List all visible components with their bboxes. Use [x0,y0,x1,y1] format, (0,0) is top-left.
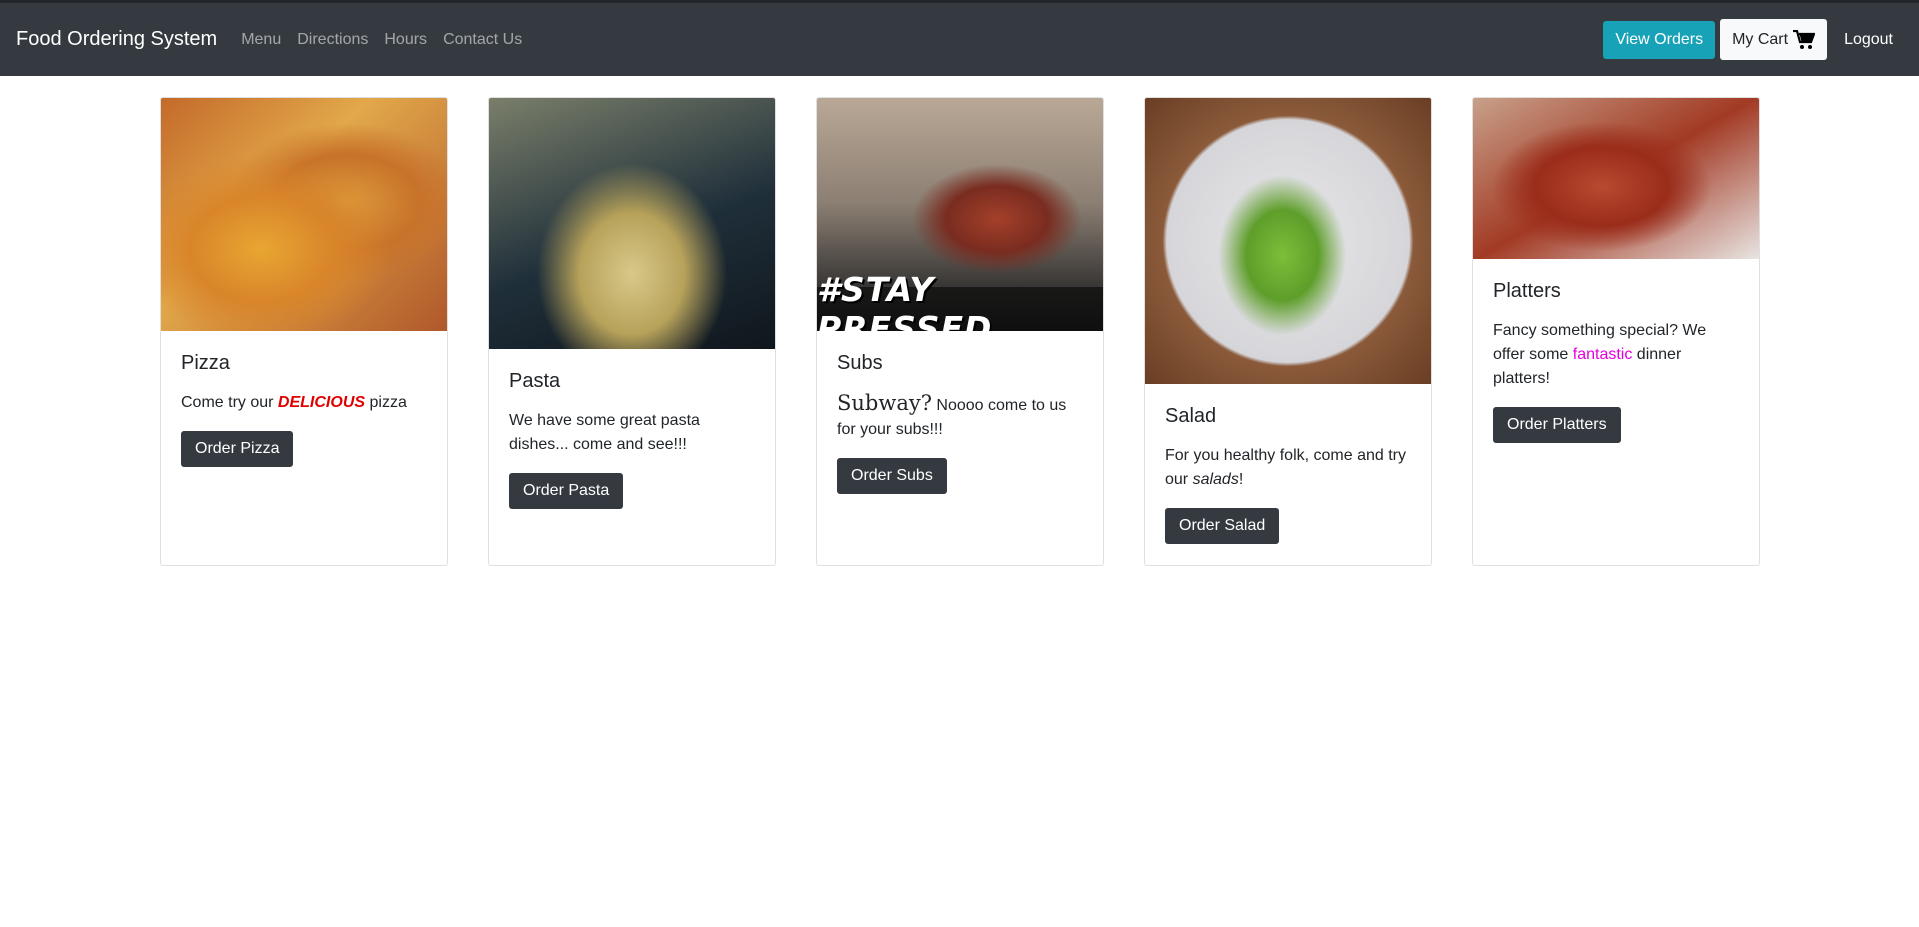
nav-link-menu[interactable]: Menu [241,31,281,49]
text-part: ! [1238,471,1244,488]
subway-big-text: Subway? [837,391,932,415]
subs-image: #STAY PRESSED [817,98,1103,331]
card-body: Pasta We have some great pasta dishes...… [489,349,775,529]
card-salad: Salad For you healthy folk, come and try… [1144,97,1432,566]
highlight-fantastic: fantastic [1572,346,1633,363]
card-subs: #STAY PRESSED Subs Subway? Noooo come to… [816,97,1104,566]
card-title: Subs [837,352,883,374]
card-title: Platters [1493,280,1561,302]
image-caption: #STAY PRESSED [817,270,1103,331]
salad-image [1145,98,1431,384]
nav-link-hours[interactable]: Hours [384,31,427,49]
nav-link-contact-us[interactable]: Contact Us [443,31,522,49]
emphasis-salads: salads [1192,471,1239,488]
card-body: Platters Fancy something special? We off… [1473,259,1759,463]
order-pasta-button[interactable]: Order Pasta [509,473,624,509]
pasta-image [489,98,775,349]
pizza-image [161,98,447,331]
text-part: Come try our [181,394,278,411]
shopping-cart-icon [1793,29,1816,49]
card-text: Come try our DELICIOUS pizza [181,391,427,415]
card-pizza: Pizza Come try our DELICIOUS pizza Order… [160,97,448,566]
view-orders-button[interactable]: View Orders [1603,20,1716,59]
navbar: Food Ordering System Menu Directions Hou… [0,3,1919,76]
card-body: Pizza Come try our DELICIOUS pizza Order… [161,331,447,487]
card-platters: Platters Fancy something special? We off… [1472,97,1760,566]
card-pasta: Pasta We have some great pasta dishes...… [488,97,776,566]
brand[interactable]: Food Ordering System [16,28,217,51]
order-subs-button[interactable]: Order Subs [837,458,947,494]
nav-link-directions[interactable]: Directions [297,31,368,49]
my-cart-button[interactable]: My Cart [1720,19,1828,60]
my-cart-label: My Cart [1732,30,1789,48]
card-body: Salad For you healthy folk, come and try… [1145,384,1431,564]
order-salad-button[interactable]: Order Salad [1165,508,1280,544]
card-title: Salad [1165,405,1217,427]
card-text: Subway? Noooo come to us for your subs!!… [837,391,1083,442]
platters-image [1473,98,1759,259]
card-text: Fancy something special? We offer some f… [1493,319,1739,391]
order-platters-button[interactable]: Order Platters [1493,407,1621,443]
card-title: Pizza [181,352,230,374]
card-text: We have some great pasta dishes... come … [509,412,700,453]
order-pizza-button[interactable]: Order Pizza [181,431,294,467]
card-body: Subs Subway? Noooo come to us for your s… [817,331,1103,514]
emphasis-delicious: DELICIOUS [277,394,366,411]
text-part: pizza [365,394,407,411]
logout-link[interactable]: Logout [1844,31,1893,49]
nav-right: View Orders My Cart Logout [1603,19,1903,60]
card-text: For you healthy folk, come and try our s… [1165,444,1411,492]
card-title: Pasta [509,370,561,392]
